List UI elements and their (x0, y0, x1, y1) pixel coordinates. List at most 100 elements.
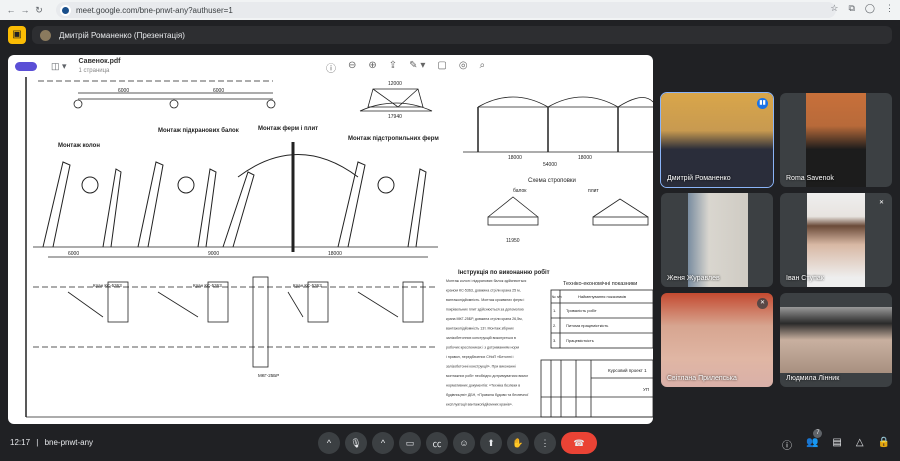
more-options-icon[interactable]: ⋮ (534, 432, 556, 454)
dim-label: 18000 (328, 251, 342, 257)
menu-icon[interactable]: ⋮ (885, 3, 894, 14)
mic-button[interactable]: 🎙 (345, 432, 367, 454)
dim-label: 9000 (208, 251, 219, 257)
crane-label: МКГ-25БР (258, 373, 279, 378)
host-controls-icon[interactable]: 🔒 (878, 437, 890, 452)
forward-icon[interactable]: → (18, 5, 32, 15)
instruction-line: монтажних робіт необхідно дотримуватися … (446, 374, 529, 378)
pdf-pages: 1 страница (78, 67, 110, 74)
dim-label: 54000 (543, 162, 557, 168)
markup-icon[interactable]: ✎ ▾ (409, 60, 425, 75)
crane-label: Кран КС-5363 (93, 283, 122, 288)
participant-tile[interactable]: Roma Savenok (780, 93, 892, 187)
participant-name: Женя Журавлев (667, 275, 720, 282)
avatar (40, 29, 51, 41)
participant-name: Дмитрій Романенко (667, 175, 731, 182)
video-options-button[interactable]: ^ (372, 432, 394, 454)
instruction-line: крана МКГ-25БР, довжина стріли крана 26,… (446, 317, 523, 321)
call-controls-bar: 12:17 | bne-pnwt-any ^ 🎙 ^ ▭ ㏄ ☺ ⬆ ✋ ⋮ ☎… (0, 425, 900, 461)
raise-hand-icon[interactable]: ✋ (507, 432, 529, 454)
instruction-title: Інструкція по виконанню робіт (458, 269, 550, 276)
search-icon[interactable]: ⌕ (480, 60, 486, 75)
participant-name: Roma Savenok (786, 175, 834, 182)
captions-icon[interactable]: ㏄ (426, 432, 448, 454)
instruction-line: будівництві» ДБН, «Правила будови та без… (446, 393, 528, 397)
mic-off-icon: ✕ (876, 198, 887, 209)
address-bar[interactable]: meet.google.com/bne-pnwt-any?authuser=1 (56, 2, 836, 18)
star-icon[interactable]: ☆ (830, 3, 838, 14)
share-icon[interactable]: ⇪ (389, 60, 397, 75)
tep-cell: 2. (553, 323, 556, 328)
dim-label: 11950 (506, 238, 520, 244)
instruction-line: покрівельних плит здійснюється за допомо… (446, 308, 524, 312)
info-icon[interactable]: ⓘ (782, 437, 792, 452)
emoji-icon[interactable]: ☺ (453, 432, 475, 454)
sidebar-icon[interactable]: ◫ ▾ (51, 61, 67, 72)
presenter-name: Дмитрій Романенко (Презентація) (59, 30, 185, 40)
profile-icon[interactable]: ◯ (865, 3, 875, 14)
participant-tile[interactable]: ✕ Світлана Прилепська (661, 293, 773, 387)
clock: 12:17 (10, 438, 31, 447)
speaking-icon: ▮▮ (757, 98, 768, 109)
participant-tile[interactable]: ▮▮ Дмитрій Романенко (660, 92, 774, 188)
stamp-sheet: УП (643, 387, 649, 392)
drawing-title: Монтаж колон (58, 143, 100, 149)
dim-label: 6000 (213, 88, 224, 94)
dim-label: 6000 (118, 88, 129, 94)
reload-icon[interactable]: ↻ (32, 5, 46, 16)
back-icon[interactable]: ← (4, 5, 18, 15)
instruction-line: залізобетонні конструкції». При виконанн… (446, 365, 516, 369)
drawing-title: Монтаж підстропильних ферм (348, 135, 439, 142)
present-icon[interactable]: ⬆ (480, 432, 502, 454)
instruction-line: і правил, передбачених СНиП «Бетонні і (446, 355, 514, 359)
instruction-line: робочих креслениках і з дотриманням норм (446, 346, 519, 350)
drawing-title: Монтаж підкранових балок (158, 127, 239, 134)
tep-cell: 1. (553, 308, 556, 313)
end-call-button[interactable]: ☎ (561, 432, 597, 454)
extensions-icon[interactable]: ⧉ (848, 3, 854, 14)
drawing-title: Схема строповки (528, 178, 576, 184)
tep-cell: Працемісткість (566, 338, 594, 343)
participant-name: Людмила Лінник (786, 375, 840, 382)
presentation-icon[interactable]: ▣ (8, 26, 26, 44)
page-tag[interactable] (15, 61, 37, 71)
dim-label: 6000 (68, 251, 79, 257)
window-icon[interactable]: ▢ (437, 60, 446, 75)
participants-count: 7 (813, 429, 823, 438)
participant-tile[interactable]: Женя Журавлев (661, 193, 773, 287)
mic-off-icon: ✕ (757, 298, 768, 309)
pdf-toolbar: ◫ ▾ Савенок.pdf 1 страница ⓘ ⊖ ⊕ ⇪ ✎ ▾ ▢ … (8, 55, 653, 77)
tep-cell: Питома працемісткість (566, 323, 608, 328)
instruction-line: Монтаж колон і підкранових балок здійсню… (446, 279, 526, 283)
chat-icon[interactable]: ▤ (832, 437, 841, 452)
people-icon[interactable]: 👥 7 (806, 429, 823, 452)
zoom-in-icon[interactable]: ⊕ (368, 60, 376, 75)
drawing-title: Монтаж ферм і плит (258, 125, 318, 132)
tep-header: Найменування показників (578, 294, 626, 299)
camera-icon[interactable]: ▭ (399, 432, 421, 454)
url-text: meet.google.com/bne-pnwt-any?authuser=1 (76, 5, 233, 15)
tep-title: Техніко-економічні показники (563, 281, 637, 287)
instruction-line: залізобетонних конструкцій виконується в (446, 336, 516, 340)
zoom-out-icon[interactable]: ⊖ (348, 60, 356, 75)
pdf-filename: Савенок.pdf (78, 57, 121, 65)
participant-tile[interactable]: ✕ Іван Ступак (780, 193, 892, 287)
participant-name: Світлана Прилепська (667, 375, 737, 382)
crane-label: Кран КС-5363 (193, 283, 222, 288)
dim-label: 18000 (508, 155, 522, 161)
instruction-line: експлуатації вантажопідйомних кранів». (446, 403, 513, 407)
instruction-line: краном КС-5363, довжина стріли крана 25 … (446, 289, 521, 293)
info-icon[interactable]: ⓘ (326, 60, 336, 75)
stamp-title: Курсовий проект 1 (608, 367, 647, 373)
audio-options-button[interactable]: ^ (318, 432, 340, 454)
activities-icon[interactable]: △ (856, 437, 864, 452)
annotate-icon[interactable]: ◎ (459, 60, 468, 75)
drawing-title: балок (513, 188, 527, 194)
separator: | (36, 438, 39, 447)
presentation-bar: ▣ Дмитрій Романенко (Презентація) (8, 26, 892, 48)
participant-tile[interactable]: Людмила Лінник (780, 293, 892, 387)
meeting-code: bne-pnwt-any (44, 438, 94, 447)
tep-cell: 3. (553, 338, 556, 343)
site-icon (60, 4, 71, 16)
drawing-title: плит (588, 188, 599, 194)
